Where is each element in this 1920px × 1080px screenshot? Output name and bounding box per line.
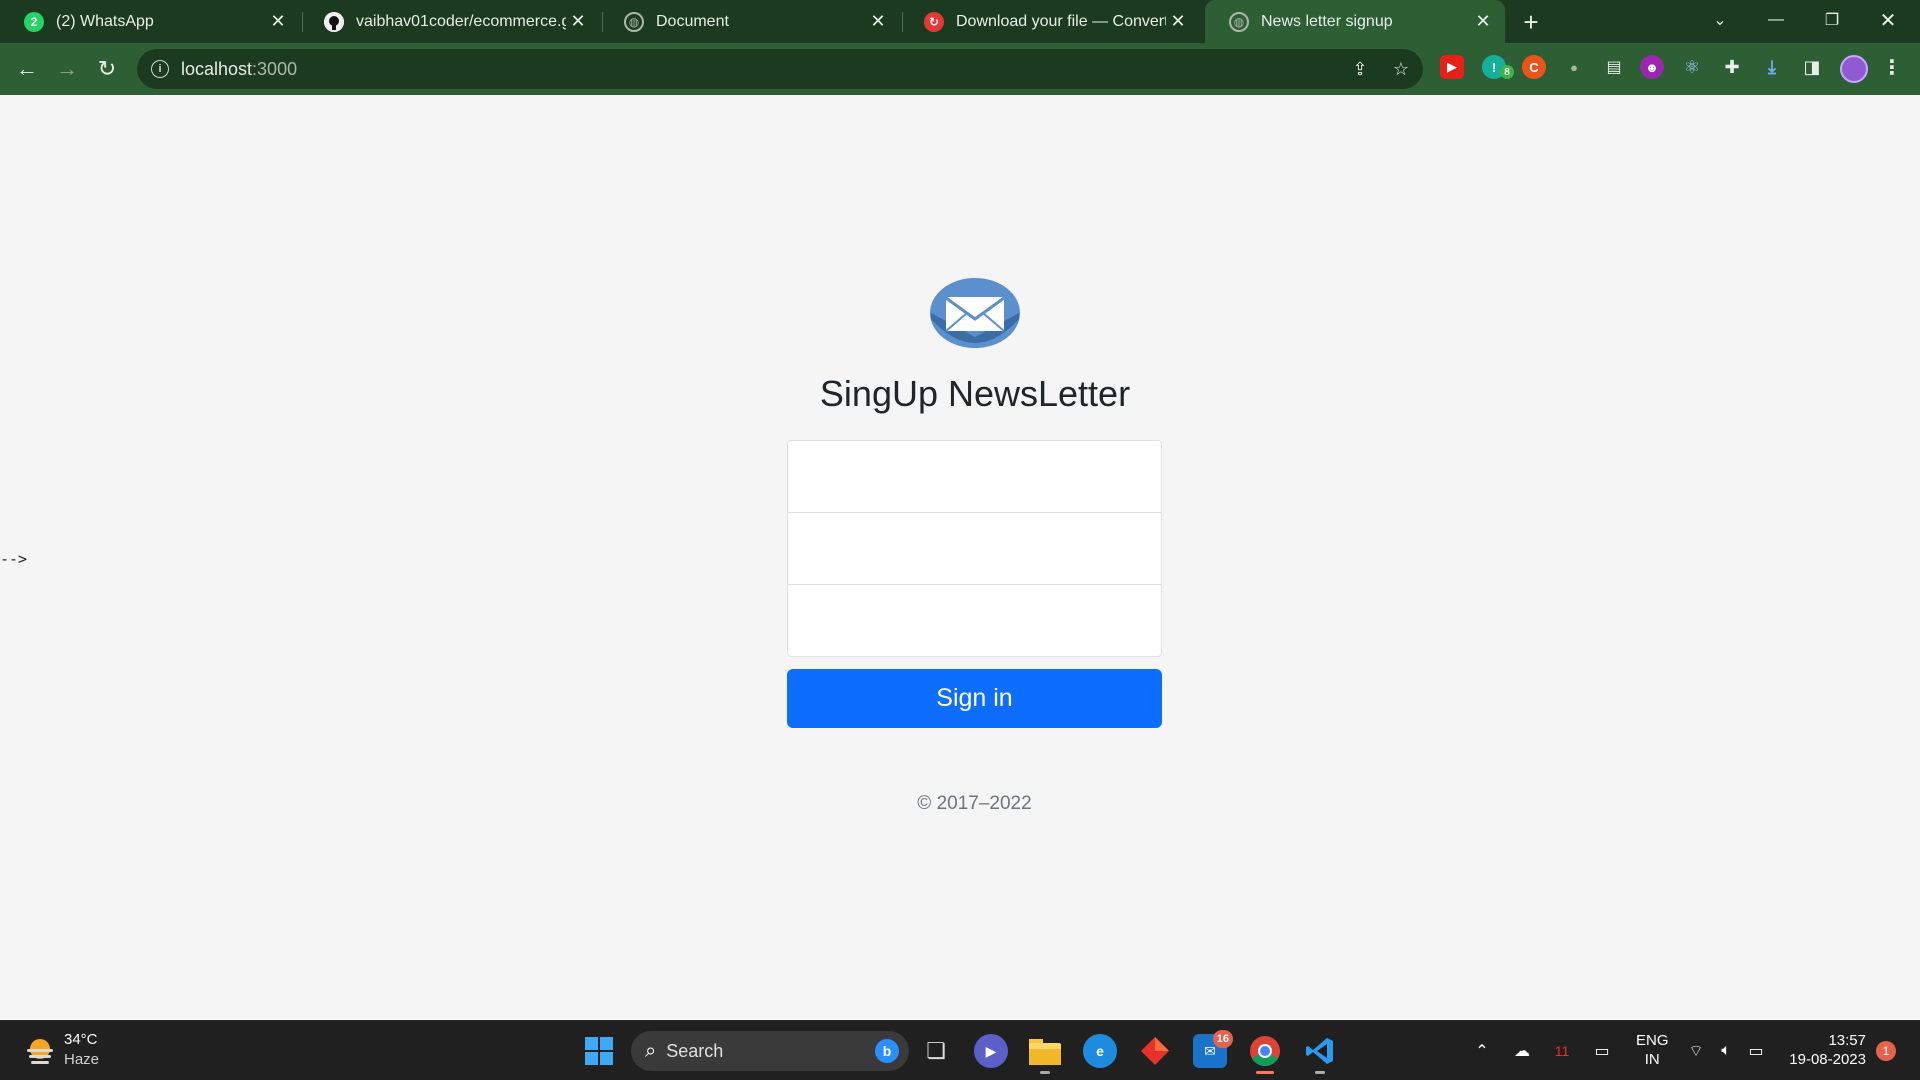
envelope-logo-icon	[930, 278, 1020, 348]
mail-icon[interactable]: ✉ 16	[1193, 1030, 1233, 1068]
close-window-button[interactable]: ✕	[1860, 0, 1916, 40]
convertio-icon: ↻	[924, 11, 944, 32]
windows-taskbar: 34°C Haze ⌕ Search b ❏ ▶ e ✉ 16 ⌃ ☁ 11 ▭…	[0, 1020, 1920, 1080]
c-extension-icon[interactable]: C	[1522, 55, 1546, 79]
sign-in-button[interactable]: Sign in	[787, 669, 1162, 728]
react-devtools-icon[interactable]: ⚛	[1680, 55, 1704, 79]
mic-extension-icon[interactable]: ●	[1562, 55, 1586, 79]
edge-icon[interactable]: e	[1083, 1034, 1117, 1068]
globe-icon: ◍	[1229, 11, 1249, 32]
red-app-icon[interactable]	[1138, 1034, 1172, 1068]
minimize-button[interactable]: —	[1748, 0, 1804, 40]
forward-button[interactable]: →	[51, 53, 83, 85]
haze-weather-icon[interactable]	[24, 1035, 56, 1067]
bookmark-star-icon[interactable]: ☆	[1390, 58, 1412, 80]
mail-badge: 16	[1212, 1030, 1233, 1048]
notification-badge[interactable]: 1	[1876, 1041, 1896, 1061]
close-icon[interactable]: ✕	[1471, 10, 1495, 34]
onedrive-offline-icon[interactable]: ☁	[1510, 1039, 1534, 1063]
vscode-icon[interactable]	[1303, 1034, 1337, 1074]
system-clock[interactable]: 13:57 19-08-2023	[1786, 1031, 1866, 1069]
page-title: SingUp NewsLetter	[819, 373, 1131, 414]
reload-button[interactable]: ↻	[91, 53, 123, 85]
close-icon[interactable]: ✕	[566, 10, 590, 34]
youtube-extension-icon[interactable]: ▶	[1440, 55, 1464, 79]
restore-button[interactable]: ❐	[1804, 0, 1860, 40]
show-hidden-icons-chevron-icon[interactable]: ⌃	[1470, 1039, 1494, 1063]
copyright-text: © 2017–2022	[917, 793, 1032, 814]
side-panel-icon[interactable]: ◨	[1800, 55, 1824, 79]
new-tab-button[interactable]: +	[1517, 7, 1545, 37]
github-icon	[324, 11, 344, 32]
stray-comment-text: -->	[0, 550, 28, 568]
clock-date: 19-08-2023	[1789, 1051, 1866, 1068]
tab-title: News letter signup	[1261, 12, 1393, 30]
purple-extension-icon[interactable]: ☻	[1640, 55, 1664, 79]
window-extension-icon[interactable]: ▤	[1602, 55, 1626, 79]
language-code: ENG	[1636, 1032, 1669, 1049]
region-code: IN	[1644, 1051, 1660, 1068]
tab-newsletter[interactable]: ◍ News letter signup ✕	[1205, 0, 1505, 43]
whatsapp-icon: 2	[24, 11, 44, 32]
running-indicator	[1315, 1071, 1325, 1074]
search-icon: ⌕	[645, 1039, 657, 1062]
close-icon[interactable]: ✕	[1166, 10, 1190, 34]
display-tray-icon[interactable]: ▭	[1590, 1039, 1614, 1063]
back-button[interactable]: ←	[11, 53, 43, 85]
volume-icon[interactable]: 🔈︎	[1714, 1039, 1738, 1063]
last-name-field[interactable]	[787, 512, 1162, 585]
page-content: --> SingUp NewsLetter Sign in © 2017–202…	[0, 95, 1920, 1020]
weather-temperature: 34°C	[64, 1031, 98, 1048]
tab-search-chevron-icon[interactable]: ⌄	[1692, 0, 1748, 40]
search-label: Search	[666, 1040, 724, 1061]
address-bar[interactable]: i localhost:3000 ⇪ ☆	[137, 49, 1423, 89]
tab-whatsapp[interactable]: 2 (2) WhatsApp ✕	[0, 0, 300, 43]
url-text: localhost:3000	[181, 58, 298, 79]
teams-chat-icon[interactable]: ▶	[974, 1034, 1008, 1068]
windows-start-icon[interactable]	[582, 1034, 616, 1068]
tab-strip: 2 (2) WhatsApp ✕ vaibhav01coder/ecommerc…	[0, 0, 1920, 43]
wifi-icon[interactable]: ⌔	[1684, 1039, 1708, 1063]
file-explorer-icon[interactable]	[1028, 1034, 1062, 1074]
browser-toolbar: ← → ↻ i localhost:3000 ⇪ ☆ ▶ ! 8 C ● ▤ ☻…	[0, 43, 1920, 95]
battery-icon[interactable]: ▭	[1744, 1039, 1768, 1063]
extensions-puzzle-icon[interactable]: ✚	[1720, 55, 1744, 79]
taskbar-search-box[interactable]: ⌕ Search b	[631, 1031, 909, 1071]
profile-avatar[interactable]	[1840, 55, 1868, 83]
task-view-icon[interactable]: ❏	[919, 1034, 953, 1068]
close-icon[interactable]: ✕	[866, 10, 890, 34]
tab-title: vaibhav01coder/ecommerce.gith	[356, 12, 566, 30]
share-icon[interactable]: ⇪	[1349, 58, 1371, 80]
tab-title: (2) WhatsApp	[56, 12, 154, 30]
close-icon[interactable]: ✕	[266, 10, 290, 34]
running-indicator	[1040, 1071, 1050, 1074]
tab-title: Download your file — Convertio	[956, 12, 1166, 30]
grammarly-extension-icon[interactable]: ! 8	[1482, 55, 1514, 79]
email-field[interactable]	[787, 584, 1162, 657]
tab-convertio[interactable]: ↻ Download your file — Convertio ✕	[900, 0, 1200, 43]
input-language[interactable]: ENG IN	[1636, 1031, 1669, 1069]
running-indicator	[1256, 1071, 1274, 1074]
site-info-icon[interactable]: i	[151, 60, 169, 78]
extension-badge: 8	[1500, 65, 1514, 79]
tab-title: Document	[656, 12, 729, 30]
weather-description: Haze	[64, 1051, 100, 1068]
tab-github[interactable]: vaibhav01coder/ecommerce.gith ✕	[300, 0, 600, 43]
chrome-icon[interactable]	[1248, 1034, 1282, 1074]
globe-icon: ◍	[624, 11, 644, 32]
tab-document[interactable]: ◍ Document ✕	[600, 0, 900, 43]
menu-kebab-icon[interactable]: ⋮	[1880, 55, 1904, 79]
first-name-field[interactable]	[787, 440, 1162, 513]
calendar-tray-icon[interactable]: 11	[1550, 1039, 1574, 1063]
download-icon[interactable]: ⤓	[1760, 55, 1784, 79]
clock-time: 13:57	[1828, 1032, 1866, 1049]
bing-icon[interactable]: b	[875, 1039, 899, 1063]
